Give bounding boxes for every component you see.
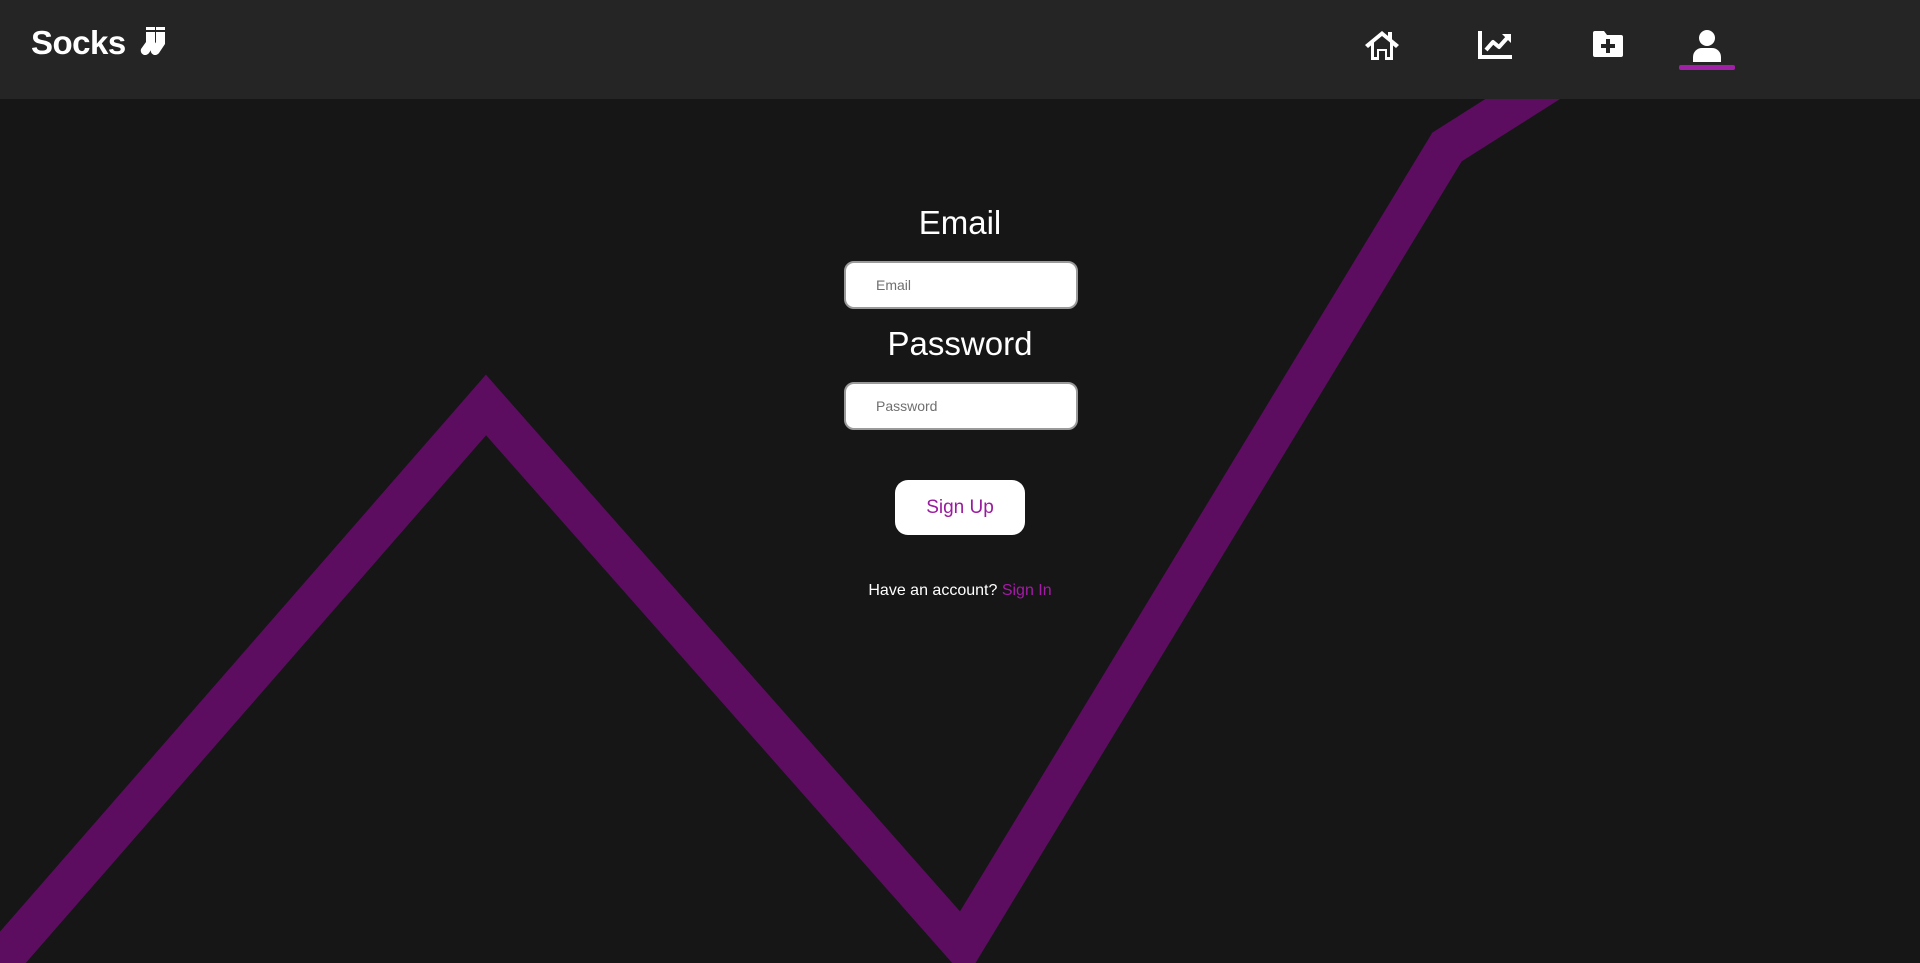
password-field[interactable] (844, 382, 1078, 430)
sign-in-link[interactable]: Sign In (1002, 582, 1052, 599)
email-field[interactable] (844, 261, 1078, 309)
brand-name: Socks (31, 24, 126, 61)
sign-up-button[interactable]: Sign Up (895, 480, 1025, 535)
nav-stats[interactable] (1468, 0, 1524, 99)
nav-account[interactable] (1679, 0, 1735, 99)
brand-logo-link[interactable]: Socks (31, 24, 168, 62)
password-label: Password (887, 325, 1033, 362)
account-prompt-text: Have an account? (868, 582, 998, 599)
signup-form: Email Password Sign Up Have an account? … (0, 0, 1920, 963)
user-icon (1692, 0, 1722, 68)
active-nav-indicator (1679, 65, 1735, 70)
chart-line-icon (1478, 0, 1514, 64)
home-icon (1363, 0, 1401, 66)
nav-home[interactable] (1354, 0, 1410, 99)
socks-icon (134, 26, 168, 60)
email-label: Email (918, 204, 1002, 241)
nav-add-folder[interactable] (1580, 0, 1636, 99)
top-navbar: Socks (0, 0, 1920, 99)
folder-plus-icon (1591, 0, 1625, 64)
account-prompt-line: Have an account? Sign In (0, 582, 1920, 600)
